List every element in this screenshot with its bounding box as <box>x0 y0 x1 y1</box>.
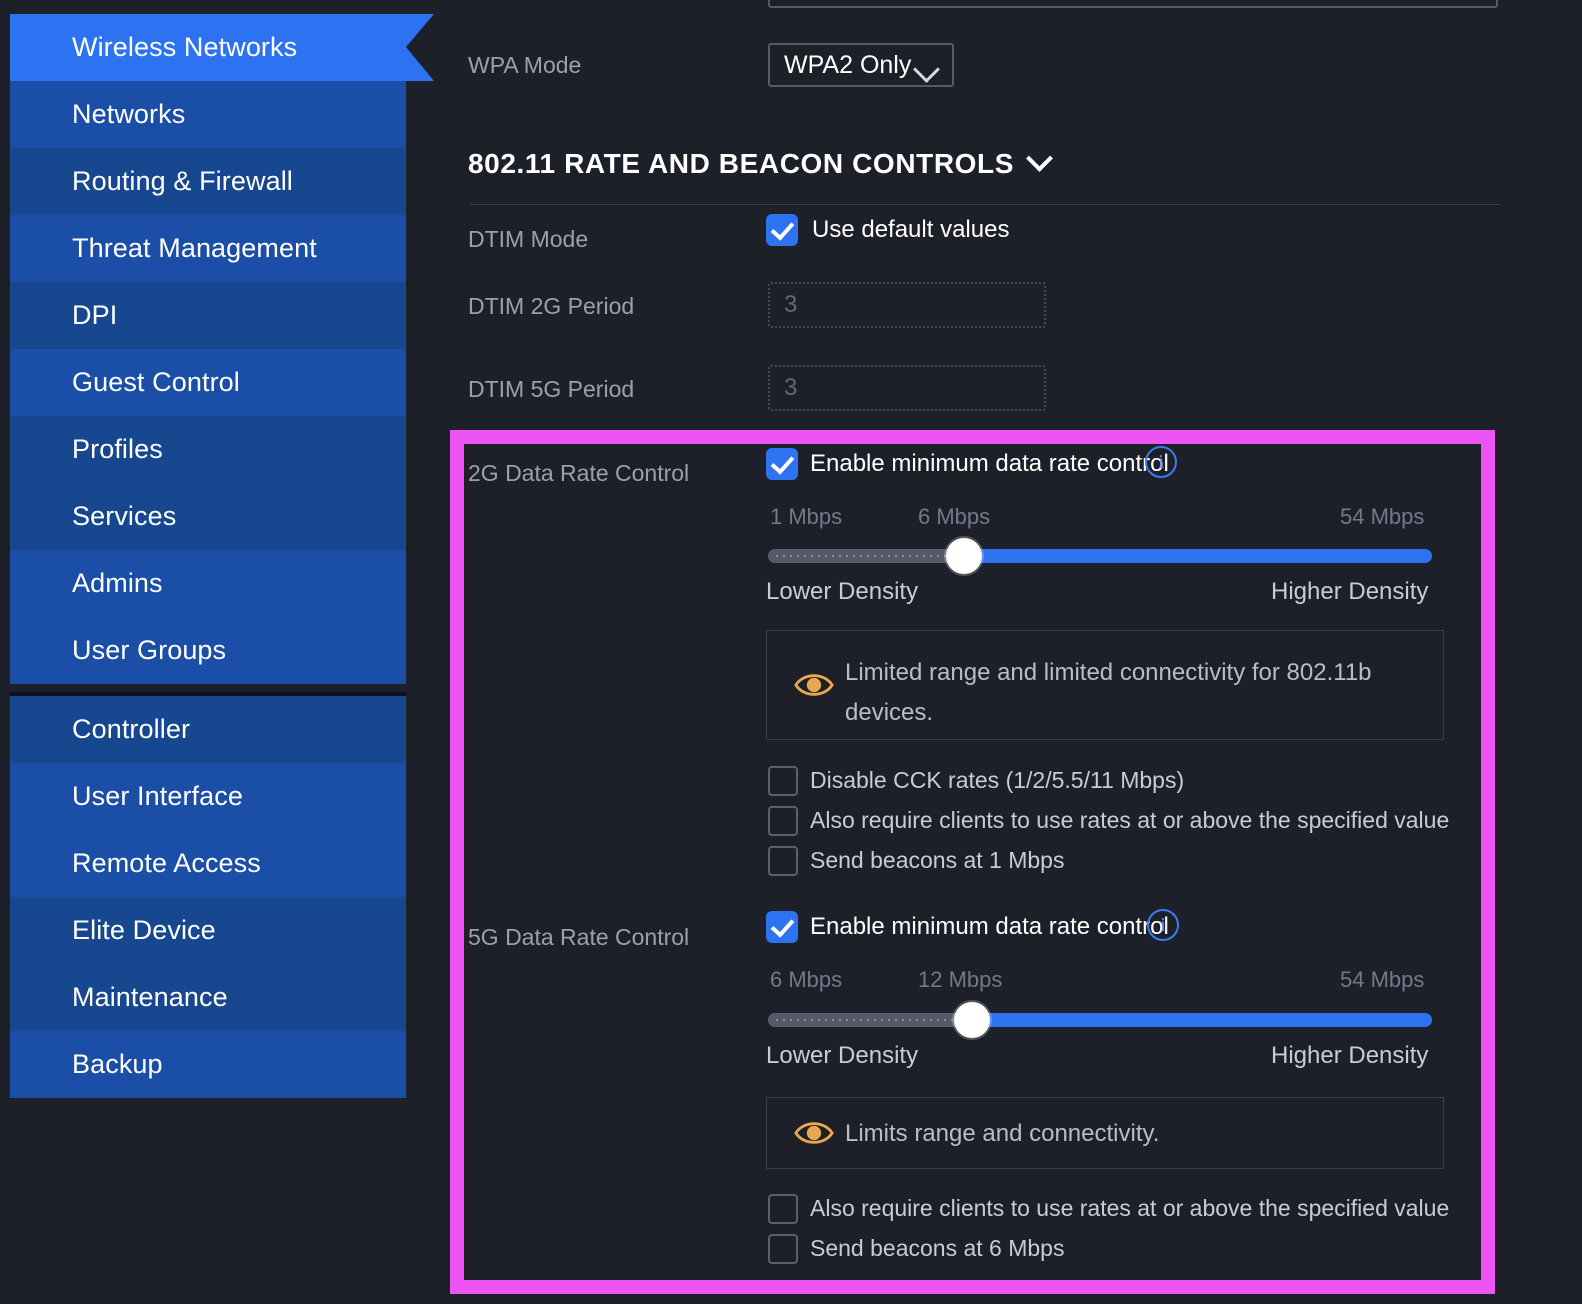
dtim-use-default-checkbox[interactable] <box>766 214 798 246</box>
sidebar-item-wireless-networks[interactable]: Wireless Networks <box>10 14 406 81</box>
sidebar-item-elite-device[interactable]: Elite Device <box>10 897 406 964</box>
sidebar-item-label: Services <box>72 501 176 531</box>
sidebar-item-label: DPI <box>72 300 117 330</box>
sidebar-item-label: Networks <box>72 99 185 129</box>
section-divider <box>470 204 1500 205</box>
sidebar-item-services[interactable]: Services <box>10 483 406 550</box>
sidebar-item-dpi[interactable]: DPI <box>10 282 406 349</box>
sidebar-item-guest-control[interactable]: Guest Control <box>10 349 406 416</box>
section-heading-label: 802.11 RATE AND BEACON CONTROLS <box>468 148 1014 179</box>
chevron-down-icon <box>913 56 940 83</box>
wpa-mode-label: WPA Mode <box>468 52 581 79</box>
sidebar-item-user-groups[interactable]: User Groups <box>10 617 406 684</box>
section-heading[interactable]: 802.11 RATE AND BEACON CONTROLS <box>468 148 1049 180</box>
sidebar-group-secondary: Controller User Interface Remote Access … <box>10 692 406 1098</box>
sidebar-item-label: Controller <box>72 714 190 744</box>
sidebar-item-routing-firewall[interactable]: Routing & Firewall <box>10 148 406 215</box>
sidebar-item-label: Threat Management <box>72 233 317 263</box>
sidebar-item-label: Maintenance <box>72 982 228 1012</box>
sidebar-item-controller[interactable]: Controller <box>10 696 406 763</box>
sidebar-item-label: Backup <box>72 1049 163 1079</box>
sidebar-item-label: Routing & Firewall <box>72 166 293 196</box>
sidebar-item-admins[interactable]: Admins <box>10 550 406 617</box>
sidebar-item-backup[interactable]: Backup <box>10 1031 406 1098</box>
sidebar: Wireless Networks Networks Routing & Fir… <box>0 0 406 1103</box>
dtim-use-default-label: Use default values <box>812 216 1009 244</box>
dtim-5g-period-input[interactable]: 3 <box>768 365 1046 411</box>
sidebar-item-label: User Interface <box>72 781 243 811</box>
dtim-mode-label: DTIM Mode <box>468 226 588 253</box>
sidebar-item-networks[interactable]: Networks <box>10 81 406 148</box>
cut-off-text-input[interactable] <box>768 0 1498 8</box>
sidebar-group-primary: Wireless Networks Networks Routing & Fir… <box>10 14 406 684</box>
sidebar-item-label: Wireless Networks <box>72 32 297 62</box>
dtim-2g-period-input[interactable]: 3 <box>768 282 1046 328</box>
wpa-mode-select[interactable]: WPA2 Only <box>768 43 954 87</box>
sidebar-item-remote-access[interactable]: Remote Access <box>10 830 406 897</box>
chevron-down-icon <box>1026 145 1053 172</box>
sidebar-item-label: User Groups <box>72 635 226 665</box>
sidebar-item-maintenance[interactable]: Maintenance <box>10 964 406 1031</box>
wpa-mode-value: WPA2 Only <box>784 51 911 79</box>
sidebar-item-label: Admins <box>72 568 163 598</box>
sidebar-item-user-interface[interactable]: User Interface <box>10 763 406 830</box>
sidebar-item-label: Elite Device <box>72 915 216 945</box>
highlight-annotation-box <box>450 430 1495 1294</box>
sidebar-item-threat-management[interactable]: Threat Management <box>10 215 406 282</box>
sidebar-item-profiles[interactable]: Profiles <box>10 416 406 483</box>
sidebar-item-label: Remote Access <box>72 848 261 878</box>
dtim-2g-period-label: DTIM 2G Period <box>468 293 634 320</box>
sidebar-item-label: Profiles <box>72 434 163 464</box>
sidebar-item-label: Guest Control <box>72 367 240 397</box>
dtim-5g-period-label: DTIM 5G Period <box>468 376 634 403</box>
